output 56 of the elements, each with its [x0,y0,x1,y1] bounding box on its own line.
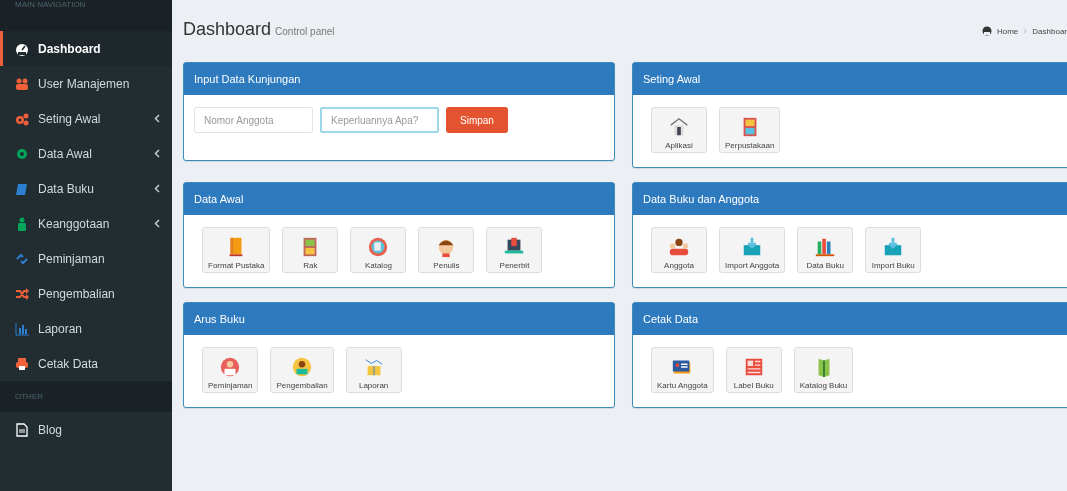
panel-header: Arus Buku [184,303,614,335]
books-icon [814,236,837,258]
person-icon [219,356,242,378]
shortcut-tile[interactable]: Katalog [350,227,407,273]
panel-header: Cetak Data [633,303,1067,335]
shuffle-icon [15,286,29,301]
save-button[interactable]: Simpan [446,107,508,133]
sidebar-item[interactable]: Laporan [0,311,172,346]
separator-icon [1023,28,1028,34]
shortcut-tile[interactable]: Penulis [418,227,475,273]
sidebar-item[interactable]: Dashboard [0,31,172,66]
person-icon [291,356,314,378]
shortcut-tile[interactable]: Import Anggota [719,227,786,273]
panel-header: Seting Awal [633,63,1067,95]
breadcrumb-link[interactable]: Home [996,26,1019,36]
shortcut-tile[interactable]: Import Buku [865,227,922,273]
sidebar-item[interactable]: Pengembalian [0,276,172,311]
links-icon [15,251,29,266]
shortcut-tile[interactable]: Perpustakaan [719,107,781,153]
panel-header: Input Data Kunjungan [184,63,614,95]
page-title: Dashboard [183,19,272,40]
shortcut-tile[interactable]: Kartu Anggota [651,347,714,393]
bar-chart-icon [15,321,29,336]
sidebar-item[interactable]: Seting Awal [0,101,172,136]
sidebar-item[interactable]: Cetak Data [0,346,172,381]
users-icon [15,76,29,91]
sidebar-item[interactable]: Keanggotaan [0,206,172,241]
people-icon [668,236,690,258]
section-header: OTHER [15,392,43,401]
shortcut-tile[interactable]: Rak [282,227,339,273]
shortcut-tile[interactable]: Pengembalian [270,347,334,393]
gear-icon [15,146,29,161]
page-subtitle: Control panel [275,26,335,37]
shortcut-tile[interactable]: Data Buku [797,227,854,273]
shortcut-tile[interactable]: Label Buku [725,347,782,393]
printer-icon [15,356,29,371]
shortcut-tile[interactable]: Format Pustaka [202,227,271,273]
sidebar-item[interactable]: Peminjaman [0,241,172,276]
panel-header: Data Awal [184,183,614,215]
sidebar-item[interactable]: Data Awal [0,136,172,171]
breadcrumb-link[interactable]: Dashboar [1032,26,1067,36]
gears-icon [15,111,29,126]
shortcut-tile[interactable]: Penerbit [486,227,543,273]
shortcut-tile[interactable]: Laporan [345,347,402,393]
sidebar-item[interactable]: Blog [0,412,172,447]
panel-header: Data Buku dan Anggota [633,183,1067,215]
book-icon [15,181,29,196]
shortcut-tile[interactable]: Aplikasi [651,107,707,153]
shortcut-tile[interactable]: Peminjaman [202,347,259,393]
shortcut-tile[interactable]: Anggota [651,227,707,273]
shortcut-tile[interactable]: Katalog Buku [793,347,854,393]
sidebar-item[interactable]: Data Buku [0,171,172,206]
sidebar-item[interactable]: User Manajemen [0,66,172,101]
section-header: MAIN NAVIGATION [15,0,86,9]
document-icon [15,422,29,437]
house-icon [668,116,690,138]
